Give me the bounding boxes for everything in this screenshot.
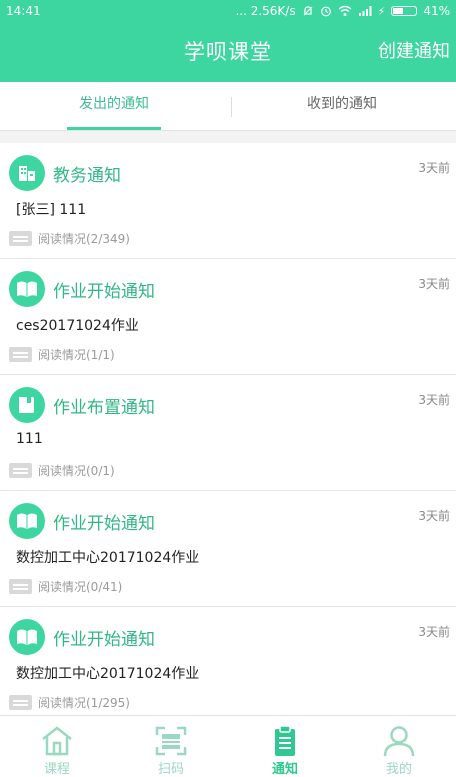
notice-time: 3天前	[418, 161, 450, 175]
notice-type: 作业开始通知	[53, 514, 155, 534]
notice-type: 作业开始通知	[53, 630, 155, 650]
read-status-text: 阅读情况(0/41)	[38, 580, 123, 594]
notice-content: 数控加工中心20171024作业	[16, 666, 200, 682]
notice-time: 3天前	[418, 277, 450, 291]
notice-item[interactable]: 作业布置通知 3天前 111 阅读情况(0/1)	[0, 375, 456, 491]
nav-label: 通知	[271, 762, 298, 777]
notice-item[interactable]: 教务通知 3天前 [张三] 111 阅读情况(2/349)	[0, 143, 456, 259]
notebook-icon	[9, 387, 45, 423]
read-status: 阅读情况(1/1)	[9, 346, 115, 363]
battery-icon	[391, 6, 418, 16]
notice-item[interactable]: 作业开始通知 3天前 数控加工中心20171024作业 阅读情况(0/41)	[0, 491, 456, 607]
bell-off-icon	[303, 6, 313, 16]
notice-content: [张三] 111	[16, 202, 87, 218]
battery-level: 41%	[423, 4, 450, 18]
read-status: 阅读情况(2/349)	[9, 230, 130, 247]
read-status-text: 阅读情况(1/1)	[38, 348, 115, 362]
nav-course[interactable]: 课程	[0, 716, 114, 777]
alarm-icon	[320, 6, 331, 17]
read-status: 阅读情况(0/1)	[9, 462, 115, 479]
nav-label: 我的	[385, 762, 412, 777]
signal-icon	[358, 6, 372, 16]
open-book-icon	[9, 271, 45, 307]
read-status-icon	[9, 463, 32, 478]
nav-mine[interactable]: 我的	[342, 716, 456, 777]
clipboard-icon	[275, 725, 295, 756]
read-status-text: 阅读情况(1/295)	[38, 696, 130, 710]
status-bar: 14:41 ... 2.56K/s ⚡ 41%	[0, 0, 456, 22]
network-speed: ... 2.56K/s	[235, 4, 296, 18]
notice-type: 教务通知	[53, 166, 121, 186]
app-header: 学呗课堂 创建通知	[0, 22, 456, 82]
notice-time: 3天前	[418, 509, 450, 523]
status-indicators: ... 2.56K/s ⚡ 41%	[235, 4, 450, 18]
read-status-icon	[9, 347, 32, 362]
read-status-text: 阅读情况(0/1)	[38, 464, 115, 478]
notice-content: 数控加工中心20171024作业	[16, 550, 200, 566]
tab-sent[interactable]: 发出的通知	[0, 82, 228, 130]
notice-time: 3天前	[418, 393, 450, 407]
notice-time: 3天前	[418, 625, 450, 639]
read-status: 阅读情况(1/295)	[9, 694, 130, 711]
read-status-icon	[9, 579, 32, 594]
status-time: 14:41	[6, 4, 41, 18]
notice-type: 作业布置通知	[53, 398, 155, 418]
notice-item[interactable]: 作业开始通知 3天前 数控加工中心20171024作业 阅读情况(1/295)	[0, 607, 456, 716]
notice-type: 作业开始通知	[53, 282, 155, 302]
person-icon	[383, 726, 415, 757]
notice-content: 111	[16, 431, 43, 447]
open-book-icon	[9, 619, 45, 655]
open-book-icon	[9, 503, 45, 539]
notice-tabs: 发出的通知 收到的通知	[0, 82, 456, 131]
create-notice-button[interactable]: 创建通知	[376, 22, 452, 82]
read-status-icon	[9, 695, 32, 710]
notice-list: 教务通知 3天前 [张三] 111 阅读情况(2/349) 作业开始通知 3天前…	[0, 143, 456, 716]
read-status: 阅读情况(0/41)	[9, 578, 122, 595]
bottom-nav: 课程 扫码 通知 我的	[0, 715, 456, 777]
home-icon	[42, 726, 72, 756]
building-icon	[9, 155, 45, 191]
read-status-icon	[9, 231, 32, 246]
nav-label: 课程	[43, 762, 70, 777]
tab-received[interactable]: 收到的通知	[228, 82, 456, 130]
nav-scan[interactable]: 扫码	[114, 716, 228, 777]
notice-item[interactable]: 作业开始通知 3天前 ces20171024作业 阅读情况(1/1)	[0, 259, 456, 375]
read-status-text: 阅读情况(2/349)	[38, 232, 130, 246]
nav-label: 扫码	[157, 762, 184, 777]
notice-content: ces20171024作业	[16, 318, 139, 334]
charging-icon: ⚡	[377, 4, 386, 18]
nav-notice[interactable]: 通知	[228, 716, 342, 777]
wifi-icon	[338, 5, 352, 16]
scan-icon	[155, 726, 187, 756]
